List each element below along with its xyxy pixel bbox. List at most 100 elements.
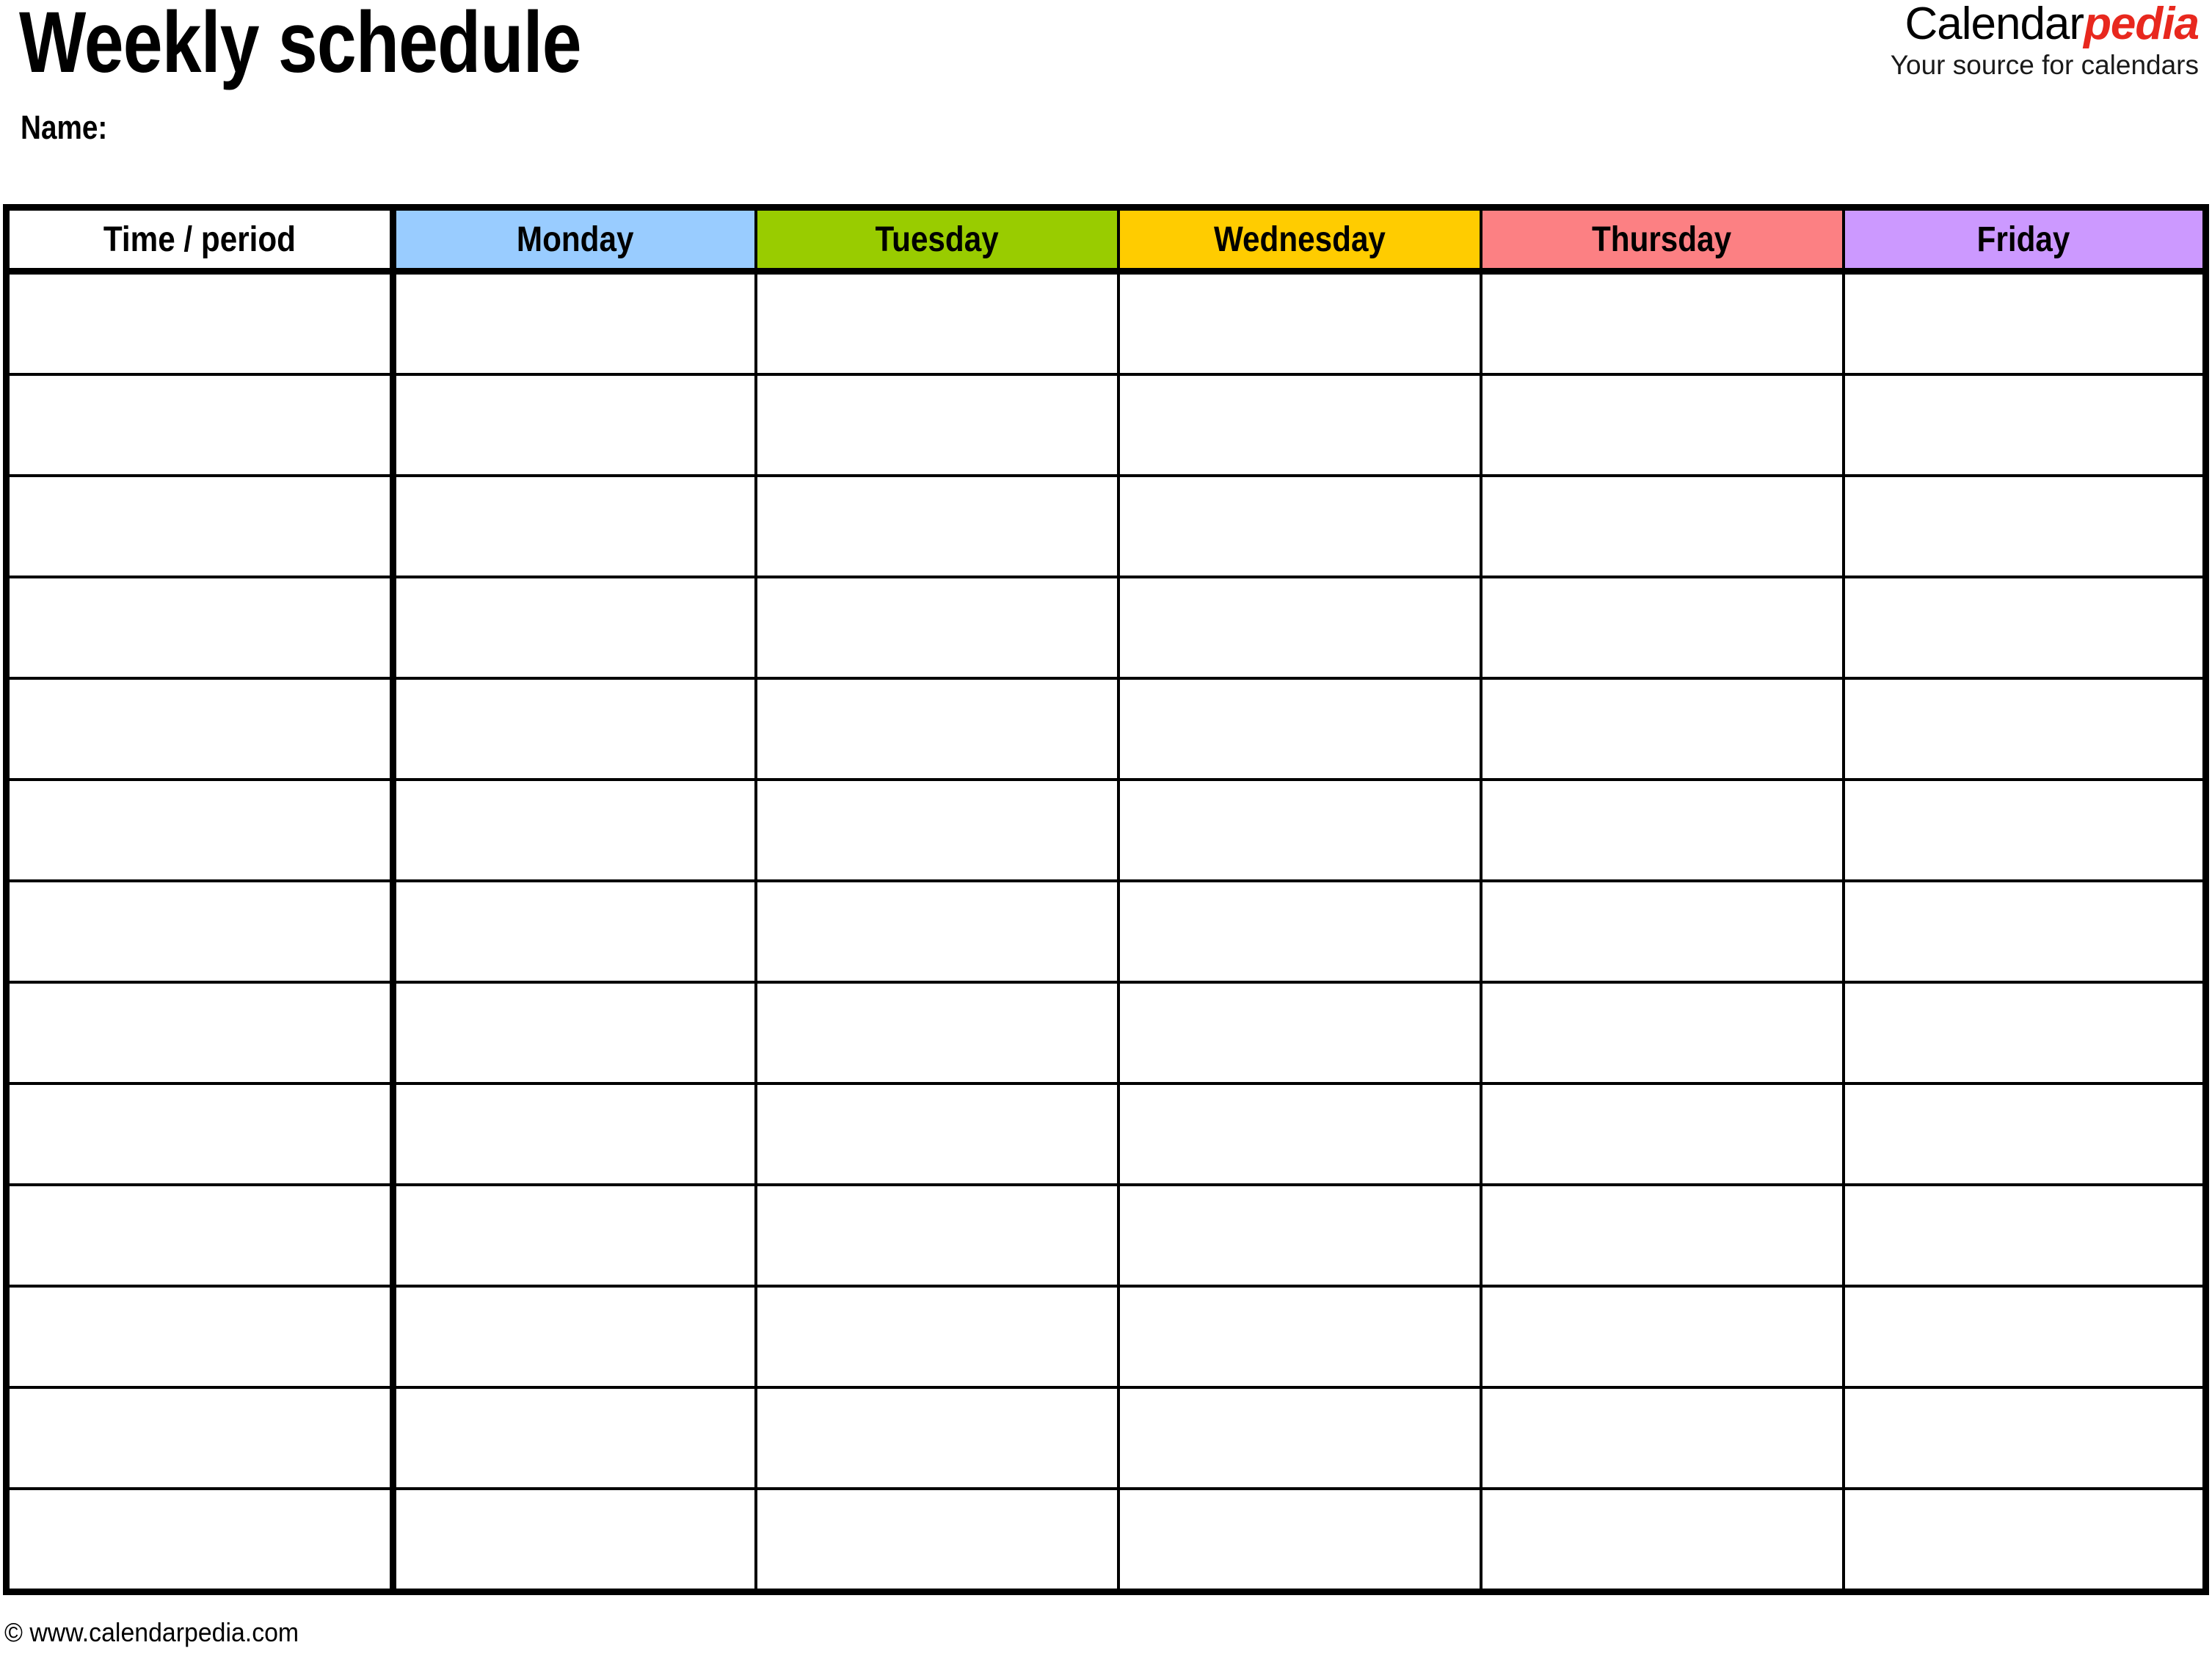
- schedule-cell-wednesday[interactable]: [1116, 1487, 1482, 1595]
- schedule-cell-thursday[interactable]: [1479, 1082, 1845, 1186]
- time-period-cell[interactable]: [3, 1386, 396, 1490]
- schedule-cell-friday[interactable]: [1841, 677, 2209, 781]
- brand-tagline: Your source for calendars: [1890, 50, 2199, 80]
- schedule-cell-tuesday[interactable]: [754, 1285, 1120, 1389]
- column-header-monday-label: Monday: [516, 219, 634, 259]
- schedule-cell-friday[interactable]: [1841, 778, 2209, 882]
- table-row: [3, 1285, 2209, 1389]
- schedule-cell-monday[interactable]: [391, 981, 757, 1085]
- time-period-cell[interactable]: [3, 576, 396, 680]
- schedule-cell-wednesday[interactable]: [1116, 576, 1482, 680]
- schedule-cell-wednesday[interactable]: [1116, 1386, 1482, 1490]
- schedule-cell-wednesday[interactable]: [1116, 1183, 1482, 1288]
- schedule-cell-friday[interactable]: [1841, 1082, 2209, 1186]
- column-header-tuesday-label: Tuesday: [875, 219, 999, 259]
- schedule-cell-wednesday[interactable]: [1116, 677, 1482, 781]
- schedule-cell-wednesday[interactable]: [1116, 269, 1482, 376]
- schedule-cell-tuesday[interactable]: [754, 1386, 1120, 1490]
- brand-wordmark: Calendarpedia: [1891, 0, 2200, 49]
- schedule-cell-friday[interactable]: [1841, 474, 2209, 578]
- schedule-cell-tuesday[interactable]: [754, 373, 1120, 477]
- table-row: [3, 576, 2209, 680]
- schedule-cell-monday[interactable]: [391, 474, 757, 578]
- schedule-cell-wednesday[interactable]: [1116, 474, 1482, 578]
- schedule-cell-friday[interactable]: [1841, 879, 2209, 984]
- schedule-cell-monday[interactable]: [391, 1386, 757, 1490]
- column-header-thursday-label: Thursday: [1592, 219, 1732, 259]
- schedule-cell-thursday[interactable]: [1479, 1386, 1845, 1490]
- schedule-cell-thursday[interactable]: [1479, 981, 1845, 1085]
- table-row: [3, 879, 2209, 984]
- schedule-cell-monday[interactable]: [391, 1487, 757, 1595]
- schedule-cell-tuesday[interactable]: [754, 778, 1120, 882]
- table-row: [3, 474, 2209, 578]
- schedule-cell-monday[interactable]: [391, 879, 757, 984]
- schedule-cell-monday[interactable]: [391, 576, 757, 680]
- schedule-cell-wednesday[interactable]: [1116, 373, 1482, 477]
- schedule-cell-friday[interactable]: [1841, 1285, 2209, 1389]
- time-period-cell[interactable]: [3, 1285, 396, 1389]
- column-header-time-period: Time / period: [3, 204, 395, 275]
- page-title: Weekly schedule: [19, 0, 582, 91]
- schedule-cell-friday[interactable]: [1841, 269, 2209, 376]
- schedule-cell-wednesday[interactable]: [1116, 1082, 1482, 1186]
- table-row: [3, 373, 2209, 477]
- schedule-cell-monday[interactable]: [391, 269, 757, 376]
- time-period-cell[interactable]: [3, 1183, 396, 1288]
- table-row: [3, 1183, 2209, 1288]
- schedule-cell-wednesday[interactable]: [1116, 1285, 1482, 1389]
- schedule-cell-thursday[interactable]: [1479, 1487, 1845, 1595]
- schedule-cell-thursday[interactable]: [1479, 576, 1845, 680]
- schedule-cell-tuesday[interactable]: [754, 981, 1120, 1085]
- schedule-cell-thursday[interactable]: [1479, 1183, 1845, 1288]
- time-period-cell[interactable]: [3, 981, 396, 1085]
- column-header-friday-label: Friday: [1976, 219, 2070, 259]
- time-period-cell[interactable]: [3, 373, 396, 477]
- schedule-cell-monday[interactable]: [391, 1082, 757, 1186]
- schedule-cell-friday[interactable]: [1841, 981, 2209, 1085]
- schedule-cell-monday[interactable]: [391, 1285, 757, 1389]
- schedule-cell-thursday[interactable]: [1479, 778, 1845, 882]
- schedule-cell-tuesday[interactable]: [754, 1082, 1120, 1186]
- weekly-schedule-table: Time / period Monday Tuesday Wednesday T…: [3, 204, 2209, 1595]
- time-period-cell[interactable]: [3, 778, 396, 882]
- time-period-cell[interactable]: [3, 677, 396, 781]
- schedule-cell-friday[interactable]: [1841, 1183, 2209, 1288]
- schedule-cell-monday[interactable]: [391, 1183, 757, 1288]
- name-field-label: Name:: [21, 109, 108, 146]
- schedule-cell-tuesday[interactable]: [754, 1183, 1120, 1288]
- time-period-cell[interactable]: [3, 269, 396, 376]
- time-period-cell[interactable]: [3, 879, 396, 984]
- schedule-cell-thursday[interactable]: [1479, 269, 1845, 376]
- schedule-cell-tuesday[interactable]: [754, 474, 1120, 578]
- schedule-cell-thursday[interactable]: [1479, 677, 1845, 781]
- table-row: [3, 1082, 2209, 1186]
- column-header-friday: Friday: [1841, 204, 2209, 275]
- time-period-cell[interactable]: [3, 1082, 396, 1186]
- schedule-cell-thursday[interactable]: [1479, 373, 1845, 477]
- footer-copyright: © www.calendarpedia.com: [4, 1617, 299, 1647]
- schedule-cell-monday[interactable]: [391, 778, 757, 882]
- schedule-cell-thursday[interactable]: [1479, 474, 1845, 578]
- schedule-cell-thursday[interactable]: [1479, 879, 1845, 984]
- time-period-cell[interactable]: [3, 1487, 396, 1595]
- schedule-cell-wednesday[interactable]: [1116, 981, 1482, 1085]
- column-header-wednesday: Wednesday: [1116, 204, 1482, 275]
- schedule-cell-tuesday[interactable]: [754, 677, 1120, 781]
- schedule-cell-friday[interactable]: [1841, 1386, 2209, 1490]
- schedule-cell-friday[interactable]: [1841, 576, 2209, 680]
- time-period-cell[interactable]: [3, 474, 396, 578]
- schedule-cell-wednesday[interactable]: [1116, 778, 1482, 882]
- schedule-cell-friday[interactable]: [1841, 373, 2209, 477]
- schedule-cell-tuesday[interactable]: [754, 879, 1120, 984]
- schedule-cell-wednesday[interactable]: [1116, 879, 1482, 984]
- brand-word-pedia: pedia: [2084, 0, 2200, 49]
- schedule-cell-friday[interactable]: [1841, 1487, 2209, 1595]
- schedule-cell-thursday[interactable]: [1479, 1285, 1845, 1389]
- schedule-cell-monday[interactable]: [391, 677, 757, 781]
- schedule-cell-monday[interactable]: [391, 373, 757, 477]
- schedule-cell-tuesday[interactable]: [754, 576, 1120, 680]
- schedule-cell-tuesday[interactable]: [754, 1487, 1120, 1595]
- brand-word-calendar: Calendar: [1904, 0, 2084, 49]
- schedule-cell-tuesday[interactable]: [754, 269, 1120, 376]
